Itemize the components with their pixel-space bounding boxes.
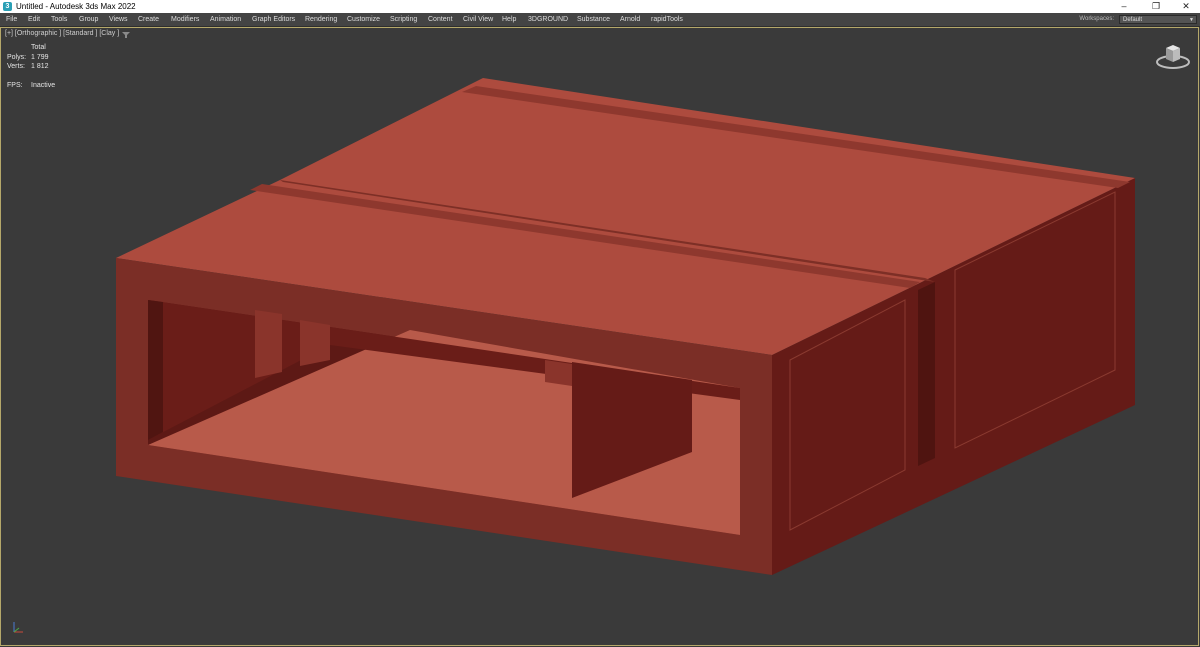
model-right-groove — [918, 282, 935, 466]
model-inner-partition-left — [255, 310, 282, 378]
viewport-scene — [116, 78, 1135, 575]
model-inner-partition-right-edge — [545, 360, 572, 386]
model-inner-partition-left-2 — [300, 320, 330, 366]
model-inner-left-side — [148, 300, 163, 440]
axis-tripod-icon — [13, 622, 23, 633]
viewcube-icon[interactable] — [1155, 42, 1191, 70]
